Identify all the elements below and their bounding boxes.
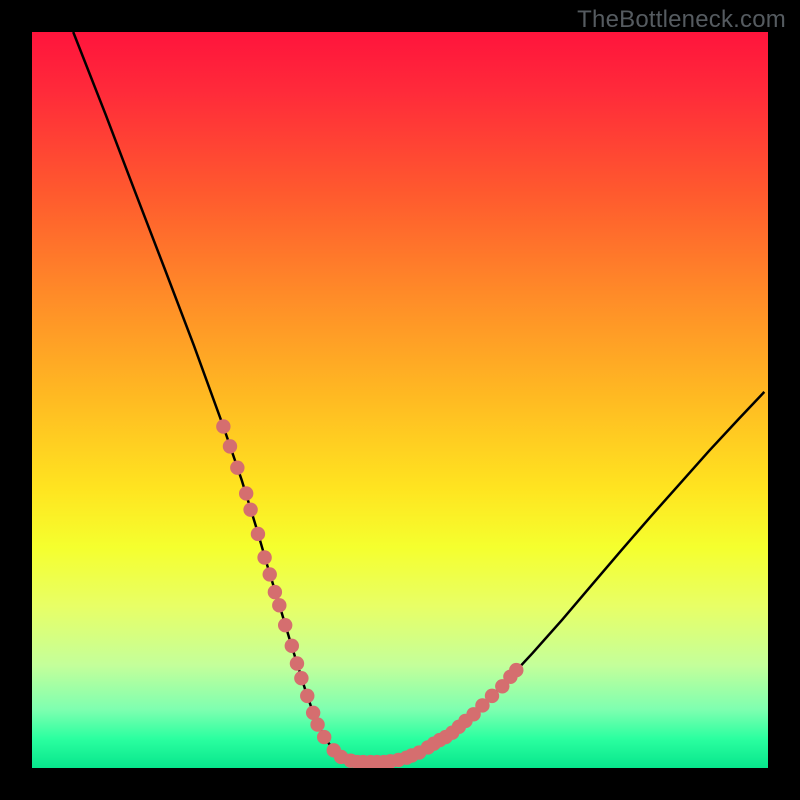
dot — [310, 717, 324, 731]
dot — [251, 527, 265, 541]
dot — [285, 639, 299, 653]
dots-bottom — [350, 745, 426, 768]
dots-left — [216, 419, 358, 768]
dot — [272, 598, 286, 612]
dots-right — [421, 663, 524, 755]
dot — [216, 419, 230, 433]
dot — [317, 730, 331, 744]
dot — [223, 439, 237, 453]
plot-area — [32, 32, 768, 768]
dot — [300, 689, 314, 703]
dot — [230, 461, 244, 475]
dots-layer — [32, 32, 768, 768]
watermark-text: TheBottleneck.com — [577, 6, 786, 34]
dot — [294, 671, 308, 685]
dot — [268, 585, 282, 599]
dot — [290, 656, 304, 670]
dot — [239, 486, 253, 500]
dot — [257, 550, 271, 564]
dot — [278, 618, 292, 632]
dot — [509, 663, 523, 677]
chart-frame: TheBottleneck.com — [0, 0, 800, 800]
dot — [243, 502, 257, 516]
dot — [263, 567, 277, 581]
